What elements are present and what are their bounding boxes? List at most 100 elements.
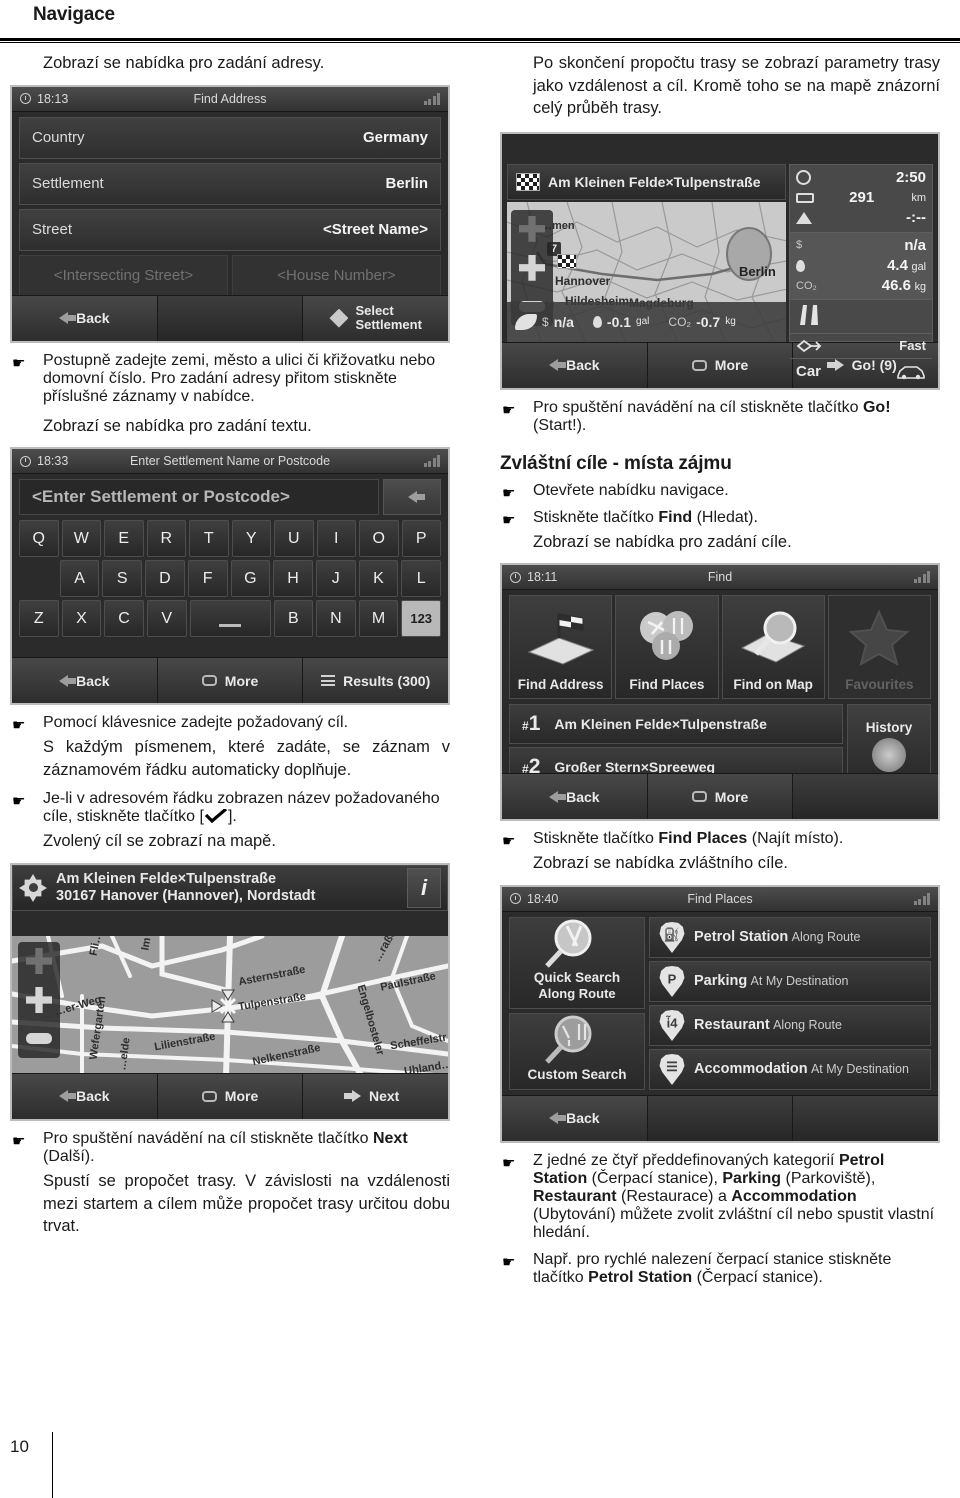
next-button[interactable]: Next — [303, 1073, 448, 1119]
accommodation-pin-icon: ☰ — [659, 1053, 685, 1085]
key-t[interactable]: T — [189, 520, 229, 558]
key-h[interactable]: H — [273, 560, 313, 598]
find-tiles: Find Address Find Places Find on Map Fav… — [509, 595, 931, 700]
info-button[interactable]: i — [407, 867, 441, 908]
arrow-left-icon — [59, 1090, 77, 1103]
zoom-in-button[interactable] — [24, 985, 54, 1015]
row-country[interactable]: Country Germany — [19, 116, 441, 159]
back-button[interactable]: Back — [502, 1095, 648, 1141]
key-p[interactable]: P — [401, 520, 441, 558]
key-l[interactable]: L — [401, 560, 442, 598]
left-bullet-1: ☛ Postupně zadejte zemi, město a ulici č… — [10, 352, 450, 406]
key-space[interactable] — [189, 600, 271, 638]
cost-value: n/a — [904, 236, 926, 254]
row-house-number[interactable]: <House Number> — [232, 254, 441, 297]
clock-icon — [510, 571, 521, 583]
key-o[interactable]: O — [359, 520, 399, 558]
key-r[interactable]: R — [146, 520, 186, 558]
search-input[interactable]: <Enter Settlement or Postcode> — [19, 479, 379, 516]
back-button[interactable]: Back — [502, 342, 648, 388]
page-header: Navigace — [33, 4, 115, 26]
more-button[interactable]: More — [647, 774, 794, 820]
more-label: More — [714, 357, 749, 374]
eco-co2-value: -0.7 — [696, 313, 721, 330]
zoom-out-button[interactable] — [24, 1024, 54, 1054]
more-button[interactable]: More — [647, 342, 794, 388]
pan-button[interactable] — [24, 946, 54, 976]
quick-search-button[interactable]: Quick Search Along Route — [509, 916, 645, 1009]
select-settlement-label-1: Select — [355, 303, 394, 319]
back-label: Back — [566, 1110, 600, 1127]
key-g[interactable]: G — [230, 560, 271, 598]
key-m[interactable]: M — [358, 600, 399, 638]
category-restaurant[interactable]: ἷ4 Restaurant Along Route — [649, 1004, 931, 1046]
key-k[interactable]: K — [358, 560, 399, 598]
zoom-in-button[interactable] — [517, 253, 547, 283]
key-a[interactable]: A — [59, 560, 100, 598]
tile-find-address[interactable]: Find Address — [509, 595, 613, 700]
key-d[interactable]: D — [145, 560, 185, 598]
key-c[interactable]: C — [104, 600, 144, 638]
vehicle-block[interactable]: Car — [790, 359, 932, 385]
back-button[interactable]: Back — [12, 658, 158, 704]
route-type-line: Fast — [796, 337, 926, 355]
tile-favourites[interactable]: Favourites — [827, 595, 931, 700]
signal-icon — [423, 92, 440, 105]
footer-spacer — [793, 774, 938, 819]
more-button[interactable]: More — [157, 658, 304, 704]
map-canvas[interactable]: Fli… Im Asternstraße Paulstraße …raße Tu… — [12, 935, 448, 1073]
key-b[interactable]: B — [273, 600, 314, 638]
left-column: Zobrazí se nabídka pro zadání adresy. 18… — [10, 52, 450, 1238]
key-j[interactable]: J — [315, 560, 356, 598]
route-type-block[interactable]: Fast — [790, 334, 932, 359]
key-e[interactable]: E — [104, 520, 144, 558]
tile-find-on-map[interactable]: Find on Map — [721, 595, 825, 700]
right-bullet-2: ☛ Otevřete nabídku navigace. — [500, 482, 940, 501]
key-numeric-toggle[interactable]: 123 — [401, 600, 442, 638]
category-parking[interactable]: P Parking At My Destination — [649, 960, 931, 1002]
key-z[interactable]: Z — [19, 600, 59, 638]
key-v[interactable]: V — [146, 600, 187, 638]
more-button[interactable]: More — [157, 1073, 304, 1119]
results-button[interactable]: Results (300) — [303, 658, 448, 704]
custom-search-button[interactable]: Custom Search — [509, 1012, 645, 1090]
footer-bar: Back More — [502, 773, 938, 820]
backspace-button[interactable] — [383, 479, 441, 516]
screen-title: Find Places — [687, 891, 753, 906]
clock-icon — [510, 893, 521, 905]
history-row-1[interactable]: #1 Am Kleinen Felde×Tulpenstraße — [509, 704, 843, 745]
row-settlement[interactable]: Settlement Berlin — [19, 162, 441, 205]
row-intersecting-street[interactable]: <Intersecting Street> — [19, 254, 228, 297]
key-s[interactable]: S — [102, 560, 143, 598]
category-petrol-station[interactable]: ⛽ Petrol Station Along Route — [649, 916, 931, 958]
row-street[interactable]: Street <Street Name> — [19, 208, 441, 251]
category-accommodation[interactable]: ☰ Accommodation At My Destination — [649, 1048, 931, 1090]
distance-value: 291 — [849, 189, 875, 207]
key-i[interactable]: I — [316, 520, 356, 558]
back-button[interactable]: Back — [502, 774, 648, 820]
route-cost-block: $ n/a 4.4 gal CO₂ 46.6 kg — [790, 232, 932, 301]
tile-find-places[interactable]: Find Places — [615, 595, 719, 700]
more-icon — [691, 791, 707, 803]
back-button[interactable]: Back — [12, 295, 158, 341]
co2-key: CO₂ — [796, 279, 817, 292]
key-u[interactable]: U — [274, 520, 314, 558]
eco-co2-key: CO₂ — [668, 314, 692, 329]
places-icon — [634, 596, 700, 677]
key-n[interactable]: N — [316, 600, 356, 638]
route-overview-button[interactable] — [517, 214, 547, 244]
key-y[interactable]: Y — [231, 520, 271, 558]
key-f[interactable]: F — [187, 560, 228, 598]
select-settlement-button[interactable]: Select Settlement — [303, 295, 448, 341]
key-q[interactable]: Q — [19, 520, 59, 558]
back-button[interactable]: Back — [12, 1073, 158, 1119]
key-w[interactable]: W — [61, 520, 101, 558]
right-bullet-5-t5: (Parkoviště), — [781, 1169, 876, 1187]
footer-bar: Back More Next — [12, 1072, 448, 1119]
hand-pointer-icon: ☛ — [502, 1154, 516, 1172]
row-settlement-label: Settlement — [32, 175, 104, 193]
eta-value: 2:50 — [895, 168, 926, 186]
clock: 18:13 — [20, 92, 68, 106]
find-places-layout: Quick Search Along Route Custom Search ⛽ — [509, 916, 931, 1090]
key-x[interactable]: X — [61, 600, 102, 638]
